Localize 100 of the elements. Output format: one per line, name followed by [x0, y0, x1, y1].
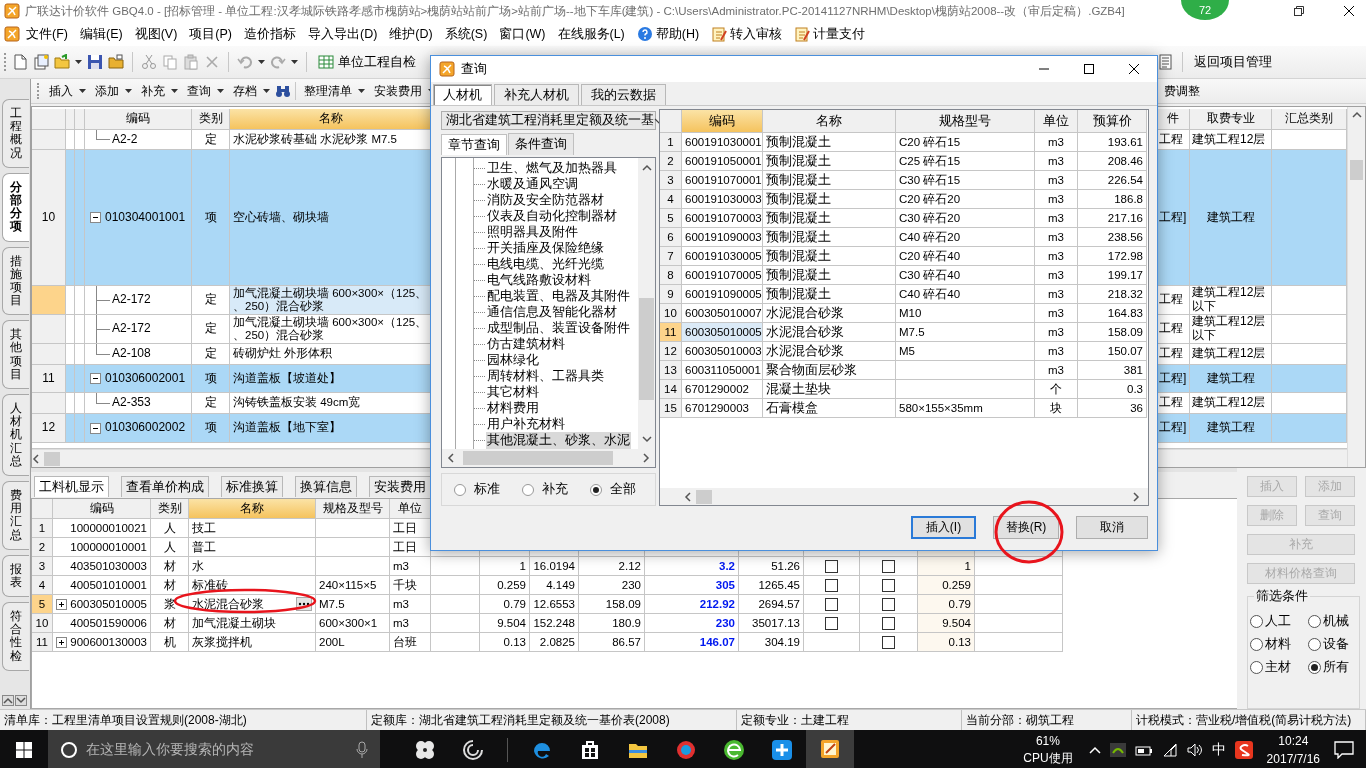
menu-item[interactable]: 窗口(W)	[493, 23, 552, 45]
clock-time[interactable]: 10:24	[1278, 732, 1309, 750]
expand-icon[interactable]	[56, 636, 67, 648]
side-tab[interactable]: 分部分项	[2, 172, 29, 242]
pinwheel-icon[interactable]	[413, 738, 437, 762]
menu-item[interactable]: 编辑(E)	[73, 23, 129, 45]
volume-icon[interactable]	[1186, 743, 1203, 757]
radio-option[interactable]: 人工	[1250, 613, 1308, 630]
graphics-icon[interactable]	[1109, 743, 1126, 757]
tree-item[interactable]: 其它材料	[486, 383, 540, 401]
arrow-up-icon[interactable]	[2, 695, 14, 706]
tree-item[interactable]: 园林绿化	[486, 351, 540, 369]
notepad-app-icon[interactable]	[818, 737, 842, 761]
clock-date[interactable]: 2017/7/16	[1266, 750, 1320, 768]
menu-item[interactable]: 维护(D)	[383, 23, 439, 45]
open-folder-icon[interactable]	[54, 54, 70, 70]
tree-item[interactable]: 消防及安全防范器材	[486, 191, 605, 209]
radio-option[interactable]: 标准	[454, 481, 500, 499]
scroll-thumb[interactable]	[639, 298, 654, 400]
battery-icon[interactable]	[1134, 744, 1153, 756]
collapse-icon[interactable]	[90, 422, 101, 434]
scrollbar[interactable]	[442, 449, 655, 468]
checkbox[interactable]	[882, 578, 895, 592]
collapse-icon[interactable]	[90, 373, 101, 384]
tab[interactable]: 章节查询	[441, 134, 507, 155]
side-tab[interactable]: 其他项目	[2, 320, 29, 389]
search-field[interactable]: 在这里输入你要搜索的内容	[48, 730, 380, 768]
tree-item[interactable]: 电线电缆、光纤光缆	[486, 255, 605, 273]
tree-item[interactable]: 成型制品、装置设备附件	[486, 319, 631, 337]
tree-item[interactable]: 卫生、燃气及加热器具	[486, 159, 618, 177]
collapse-icon[interactable]	[90, 212, 101, 223]
menu-button[interactable]: 整理清单	[300, 82, 369, 100]
tree-item[interactable]: 仪表及自动化控制器材	[486, 207, 618, 225]
save-icon[interactable]	[87, 54, 103, 70]
tab[interactable]: 工料机显示	[34, 476, 109, 497]
menu-button[interactable]: 补充	[137, 82, 182, 100]
input-app-icon[interactable]	[1234, 741, 1253, 759]
menu-button[interactable]: 插入	[45, 82, 90, 100]
restore-icon[interactable]	[1294, 6, 1304, 16]
menu-item[interactable]: 在线服务(L)	[551, 23, 631, 45]
tree-item[interactable]: 仿古建筑材料	[486, 335, 566, 353]
menu-item[interactable]: 导入导出(D)	[302, 23, 384, 45]
menu-item[interactable]: 系统(S)	[438, 23, 494, 45]
tree-item[interactable]: 开关插座及保险绝缘	[486, 239, 605, 257]
caret-icon[interactable]	[291, 60, 298, 64]
checkbox[interactable]	[825, 616, 838, 630]
dialog-button[interactable]: 插入(I)	[911, 516, 976, 539]
radio-option[interactable]: 全部	[590, 481, 636, 499]
plus-app-icon[interactable]	[770, 738, 794, 762]
scroll-thumb[interactable]	[1350, 160, 1363, 180]
ring-app-icon[interactable]	[674, 738, 698, 762]
checkbox[interactable]	[825, 559, 838, 573]
menu-button[interactable]: 存档	[229, 82, 274, 100]
maximize-icon[interactable]	[1084, 64, 1094, 74]
tree-item[interactable]: 水暖及通风空调	[486, 175, 579, 193]
tree-item[interactable]: 通信信息及智能化器材	[486, 303, 618, 321]
close-icon[interactable]	[1129, 64, 1139, 74]
menu-button[interactable]: 查询	[183, 82, 228, 100]
side-tab[interactable]: 报表	[2, 554, 29, 598]
tree-item[interactable]: 照明器具及附件	[486, 223, 579, 241]
close-icon[interactable]	[1344, 6, 1354, 16]
menu-item[interactable]: 计量支付	[788, 23, 872, 45]
expand-icon[interactable]	[56, 598, 67, 610]
tree-item[interactable]: 配电装置、电器及其附件	[486, 287, 631, 305]
windows-icon[interactable]	[16, 742, 32, 758]
tab[interactable]: 查看单价构成	[121, 476, 209, 497]
side-tab[interactable]: 符合性检	[2, 602, 29, 671]
tab[interactable]: 条件查询	[508, 133, 574, 155]
menu-item[interactable]: 造价指标	[238, 23, 302, 45]
find-icon[interactable]	[275, 83, 291, 99]
menu-item[interactable]: 帮助(H)	[630, 23, 706, 45]
tree-item[interactable]: 周转材料、工器具类	[486, 367, 605, 385]
radio-option[interactable]: 补充	[522, 481, 568, 499]
checkbox[interactable]	[825, 597, 838, 611]
tree-item[interactable]: 用户补充材料	[486, 415, 566, 433]
toolbar-button[interactable]: 返回项目管理	[1191, 51, 1275, 73]
dropdown[interactable]: 湖北省建筑工程消耗里定额及统一基	[441, 111, 656, 130]
tab[interactable]: 我的云数据	[581, 84, 666, 105]
radio-option[interactable]: 主材	[1250, 659, 1308, 676]
side-tab[interactable]: 措施项目	[2, 246, 29, 316]
swirl-icon[interactable]	[461, 738, 485, 762]
side-tab[interactable]: 费用汇总	[2, 480, 29, 550]
new-document-icon[interactable]	[12, 54, 28, 70]
menu-item[interactable]: 转入审核	[705, 23, 789, 45]
menu-button[interactable]: 添加	[91, 82, 136, 100]
arrow-left-icon[interactable]	[32, 453, 40, 464]
menu-item[interactable]: 文件(F)	[20, 23, 74, 45]
tab[interactable]: 安装费用	[369, 476, 431, 497]
tab[interactable]: 补充人材机	[494, 84, 579, 105]
toolbar-button[interactable]: 单位工程自检	[315, 51, 419, 73]
scrollbar[interactable]	[638, 158, 655, 450]
scroll-thumb[interactable]	[463, 451, 613, 466]
wifi-icon[interactable]	[1161, 743, 1178, 757]
radio-option[interactable]: 材料	[1250, 636, 1308, 653]
scrollbar[interactable]	[1347, 107, 1365, 467]
dialog-button[interactable]: 替换(R)	[993, 516, 1059, 539]
globe-icon[interactable]	[722, 738, 746, 762]
checkbox[interactable]	[882, 559, 895, 573]
radio-option[interactable]: 所有	[1308, 659, 1362, 676]
tree-item[interactable]: 材料费用	[486, 399, 540, 417]
